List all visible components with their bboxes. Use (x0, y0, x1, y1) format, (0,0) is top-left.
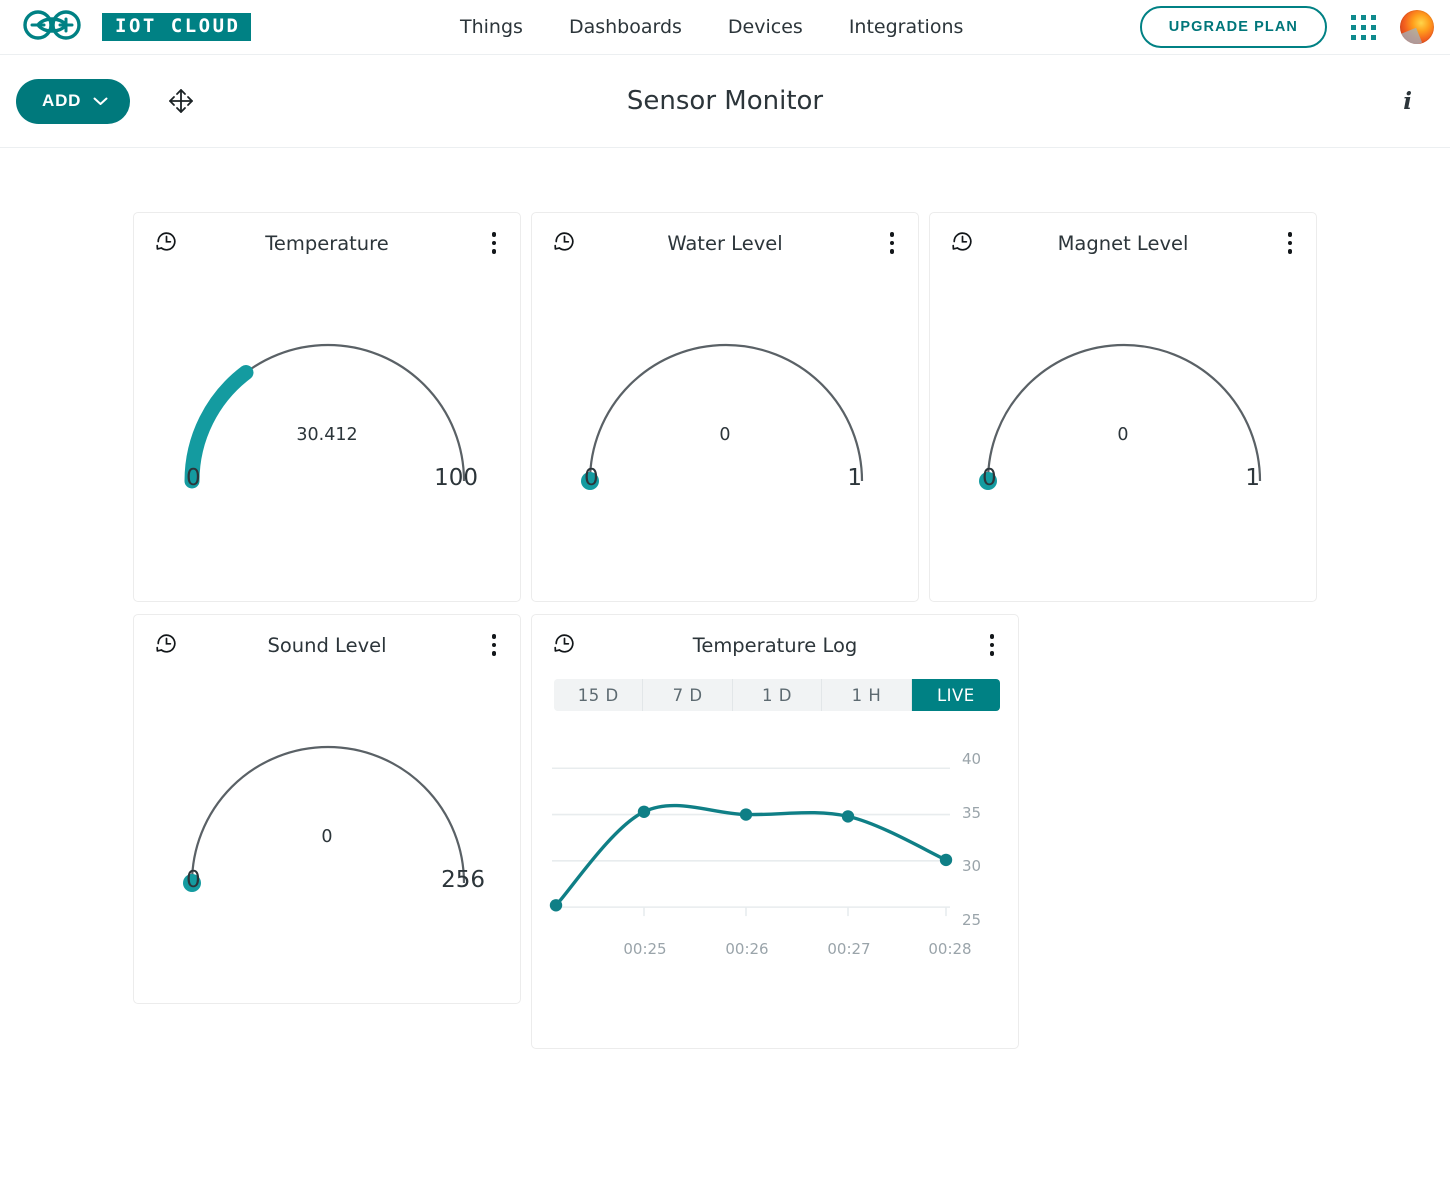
widget-magnet-level[interactable]: Magnet Level 0 0 1 (929, 212, 1317, 602)
x-tick-0028: 00:28 (928, 940, 972, 958)
temperature-log-chart: 40 35 30 25 00:25 00:26 00:27 00:28 (532, 737, 1018, 997)
kebab-menu-icon[interactable] (984, 630, 1001, 660)
apps-dot (1371, 14, 1376, 20)
gauge-temperature: 30.412 0 100 (134, 273, 520, 573)
kebab-menu-icon[interactable] (884, 228, 901, 258)
dashboard-toolbar: ADD Sensor Monitor i (0, 55, 1450, 148)
range-button-1d[interactable]: 1 D (732, 679, 823, 711)
x-tick-0026: 00:26 (725, 940, 769, 958)
nav-right-cluster: UPGRADE PLAN (1139, 5, 1434, 49)
widget-temperature-log[interactable]: Temperature Log 15 D 7 D 1 D 1 H LIVE 40… (531, 614, 1019, 1049)
nav-link-dashboards[interactable]: Dashboards (569, 16, 682, 38)
add-widget-button[interactable]: ADD (16, 78, 131, 124)
x-tick-0027: 00:27 (827, 940, 871, 958)
history-clock-icon[interactable] (154, 631, 179, 660)
history-clock-icon[interactable] (552, 631, 577, 660)
chevron-down-icon (93, 91, 108, 111)
widget-header: Water Level (532, 213, 918, 273)
nav-link-integrations[interactable]: Integrations (849, 16, 964, 38)
range-button-1h[interactable]: 1 H (822, 679, 912, 711)
apps-dot (1371, 24, 1376, 30)
y-tick-30: 30 (962, 857, 982, 875)
range-button-7d[interactable]: 7 D (643, 679, 733, 711)
apps-dot (1351, 14, 1356, 20)
apps-dot (1371, 34, 1376, 40)
gauge-value: 30.412 (296, 425, 358, 445)
gauge-water-level: 0 0 1 (532, 273, 918, 573)
range-button-15d[interactable]: 15 D (554, 679, 644, 711)
gauge-max-label: 1 (847, 465, 862, 491)
gauge-value: 0 (719, 425, 731, 445)
brand-logo[interactable]: IOT CLOUD (18, 8, 252, 46)
range-button-live[interactable]: LIVE (911, 679, 1000, 711)
move-arrows-icon[interactable] (166, 86, 196, 116)
add-button-label: ADD (42, 91, 82, 110)
apps-dot (1351, 24, 1356, 30)
kebab-menu-icon[interactable] (1282, 228, 1299, 258)
y-tick-25: 25 (962, 911, 982, 929)
widget-header: Temperature Log (532, 615, 1018, 675)
widget-header: Temperature (134, 213, 520, 273)
brand-name: IOT CLOUD (102, 13, 252, 41)
widget-sound-level[interactable]: Sound Level 0 0 256 (133, 614, 521, 1004)
nav-link-devices[interactable]: Devices (728, 16, 803, 38)
nav-link-things[interactable]: Things (460, 16, 523, 38)
gauge-min-label: 0 (186, 867, 201, 893)
apps-dot (1361, 14, 1366, 20)
x-tick-0025: 00:25 (623, 940, 667, 958)
main-nav-links: Things Dashboards Devices Integrations (460, 16, 963, 38)
gauge-min-label: 0 (982, 465, 997, 491)
time-range-selector: 15 D 7 D 1 D 1 H LIVE (554, 679, 1000, 711)
apps-dot (1351, 34, 1356, 40)
history-clock-icon[interactable] (552, 229, 577, 258)
kebab-menu-icon[interactable] (486, 630, 503, 660)
y-tick-40: 40 (962, 750, 982, 768)
gauge-value: 0 (321, 827, 333, 847)
kebab-menu-icon[interactable] (486, 228, 503, 258)
widget-title: Water Level (667, 231, 783, 255)
info-icon[interactable]: i (1393, 84, 1422, 119)
arduino-infinity-logo-icon (18, 8, 88, 46)
widget-header: Magnet Level (930, 213, 1316, 273)
gauge-max-label: 1 (1245, 465, 1260, 491)
page-title: Sensor Monitor (626, 86, 824, 116)
widget-row-1: Temperature 30.412 0 100 Water Level 0 0… (133, 212, 1450, 602)
apps-dot (1361, 24, 1366, 30)
widget-water-level[interactable]: Water Level 0 0 1 (531, 212, 919, 602)
history-clock-icon[interactable] (950, 229, 975, 258)
apps-dot (1361, 34, 1366, 40)
gauge-min-label: 0 (584, 465, 599, 491)
widget-header: Sound Level (134, 615, 520, 675)
avatar[interactable] (1400, 10, 1434, 44)
y-tick-35: 35 (962, 804, 982, 822)
apps-grid-icon[interactable] (1351, 14, 1376, 40)
top-navigation-bar: IOT CLOUD Things Dashboards Devices Inte… (0, 0, 1450, 55)
gauge-sound-level: 0 0 256 (134, 715, 520, 1015)
widget-title: Magnet Level (1057, 231, 1189, 255)
widget-title: Temperature (265, 231, 389, 255)
gauge-min-label: 0 (186, 465, 201, 491)
gauge-max-label: 100 (434, 465, 478, 491)
dashboard-board: Temperature 30.412 0 100 Water Level 0 0… (0, 148, 1450, 1049)
widget-title: Sound Level (267, 633, 387, 657)
widget-title: Temperature Log (692, 633, 858, 657)
upgrade-plan-button[interactable]: UPGRADE PLAN (1139, 5, 1327, 49)
gauge-max-label: 256 (441, 867, 485, 893)
gauge-magnet-level: 0 0 1 (930, 273, 1316, 573)
gauge-value: 0 (1117, 425, 1129, 445)
history-clock-icon[interactable] (154, 229, 179, 258)
widget-row-2: Sound Level 0 0 256 Temperature Log 15 D… (133, 614, 1450, 1049)
widget-temperature[interactable]: Temperature 30.412 0 100 (133, 212, 521, 602)
